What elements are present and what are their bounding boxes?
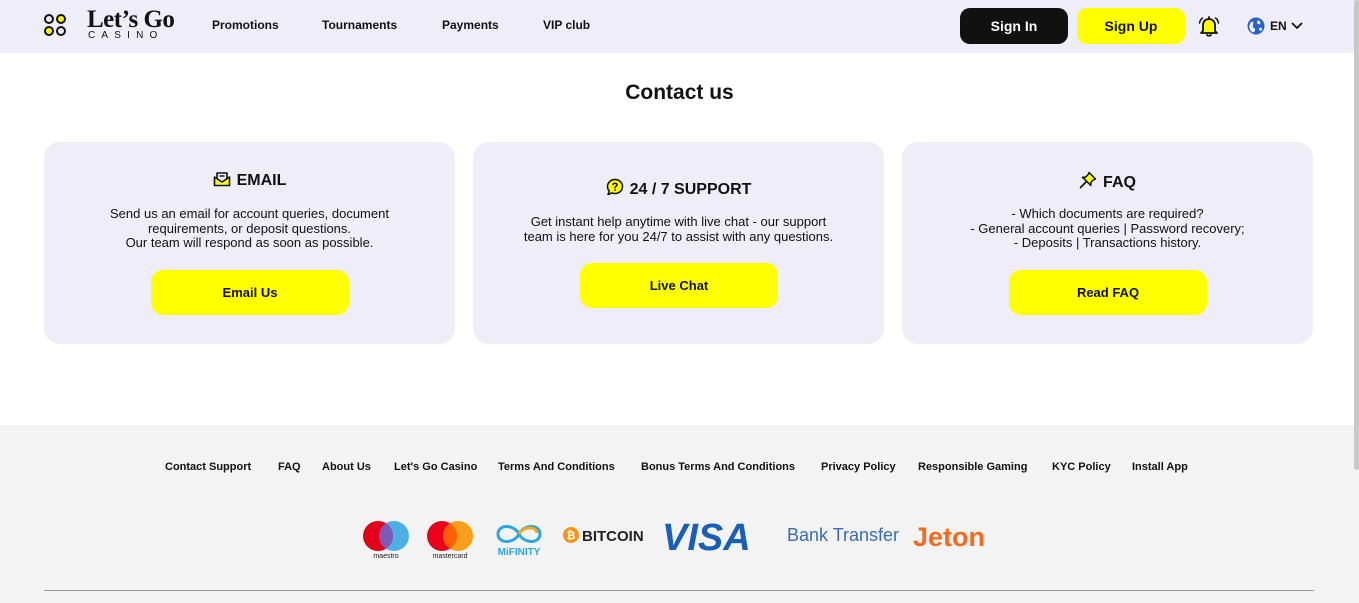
support-card-title: 24 / 7 SUPPORT — [629, 181, 752, 198]
footer-link-responsible-gaming[interactable]: Responsible Gaming — [918, 460, 1027, 474]
email-icon — [213, 172, 230, 187]
support-card-description: Get instant help anytime with live chat … — [523, 214, 834, 244]
pin-icon — [1079, 171, 1097, 189]
support-card: 24 / 7 SUPPORT Get instant help anytime … — [473, 142, 884, 344]
nav-tournaments[interactable]: Tournaments — [322, 17, 397, 33]
faq-card-title: FAQ — [1103, 174, 1136, 191]
read-faq-button[interactable]: Read FAQ — [1009, 270, 1207, 315]
svg-text:VISA: VISA — [662, 520, 751, 559]
page-title: Contact us — [625, 81, 734, 104]
svg-text:Bank Transfer: Bank Transfer — [787, 525, 899, 545]
bank-transfer-logo: Bank Transfer — [787, 525, 899, 545]
svg-text:maestro: maestro — [373, 553, 398, 560]
email-card: EMAIL Send us an email for account queri… — [44, 142, 455, 344]
logo-icon[interactable] — [43, 13, 67, 37]
sign-in-button[interactable]: Sign In — [960, 8, 1068, 44]
chevron-down-icon — [1291, 22, 1303, 29]
site-footer: Contact Support FAQ About Us Let's Go Ca… — [0, 425, 1359, 603]
footer-link-lets-go-casino[interactable]: Let's Go Casino — [394, 460, 477, 474]
logo-subtitle: CASINO — [88, 30, 164, 41]
svg-text:MiFINITY: MiFINITY — [498, 547, 541, 558]
language-code: EN — [1270, 19, 1287, 33]
email-card-description: Send us an email for account queries, do… — [110, 206, 389, 250]
notification-bell-icon[interactable] — [1197, 14, 1221, 38]
page-scrollbar[interactable] — [1354, 0, 1359, 470]
footer-link-install-app[interactable]: Install App — [1132, 460, 1188, 474]
footer-divider — [44, 590, 1314, 591]
svg-text:₿: ₿ — [567, 530, 576, 542]
visa-logo: VISA — [662, 520, 751, 559]
svg-text:Jeton: Jeton — [913, 522, 985, 552]
faq-card-description: - Which documents are required? - Genera… — [970, 206, 1245, 250]
chat-support-icon — [606, 178, 623, 196]
footer-link-about-us[interactable]: About Us — [322, 460, 371, 474]
support-card-heading: 24 / 7 SUPPORT — [473, 178, 884, 200]
email-us-button[interactable]: Email Us — [151, 270, 349, 315]
nav-payments[interactable]: Payments — [442, 17, 499, 33]
live-chat-button[interactable]: Live Chat — [580, 263, 778, 308]
faq-card: FAQ - Which documents are required? - Ge… — [902, 142, 1313, 344]
sign-up-button[interactable]: Sign Up — [1077, 8, 1185, 44]
globe-icon — [1247, 17, 1265, 35]
email-card-heading: EMAIL — [44, 171, 455, 191]
faq-card-heading: FAQ — [902, 171, 1313, 193]
nav-promotions[interactable]: Promotions — [212, 17, 279, 33]
language-selector[interactable]: EN — [1245, 14, 1307, 38]
mastercard-logo: mastercard — [427, 521, 473, 560]
maestro-logo: maestro — [363, 521, 409, 560]
footer-link-privacy-policy[interactable]: Privacy Policy — [821, 460, 896, 474]
footer-link-kyc-policy[interactable]: KYC Policy — [1052, 460, 1111, 474]
nav-vip-club[interactable]: VIP club — [543, 17, 590, 33]
svg-text:mastercard: mastercard — [432, 553, 467, 560]
footer-link-bonus-terms[interactable]: Bonus Terms And Conditions — [641, 460, 795, 474]
svg-text:BITCOIN: BITCOIN — [582, 528, 644, 545]
footer-link-terms[interactable]: Terms And Conditions — [498, 460, 615, 474]
email-card-title: EMAIL — [236, 172, 287, 189]
mifinity-logo: MiFINITY — [496, 525, 542, 558]
site-header: Let’s Go CASINO Promotions Tournaments P… — [0, 0, 1359, 53]
logo[interactable]: Let’s Go CASINO — [87, 6, 177, 46]
bitcoin-logo: ₿ BITCOIN — [563, 527, 644, 545]
footer-link-faq[interactable]: FAQ — [278, 460, 301, 474]
footer-link-contact-support[interactable]: Contact Support — [165, 460, 251, 474]
jeton-logo: Jeton — [913, 522, 985, 552]
